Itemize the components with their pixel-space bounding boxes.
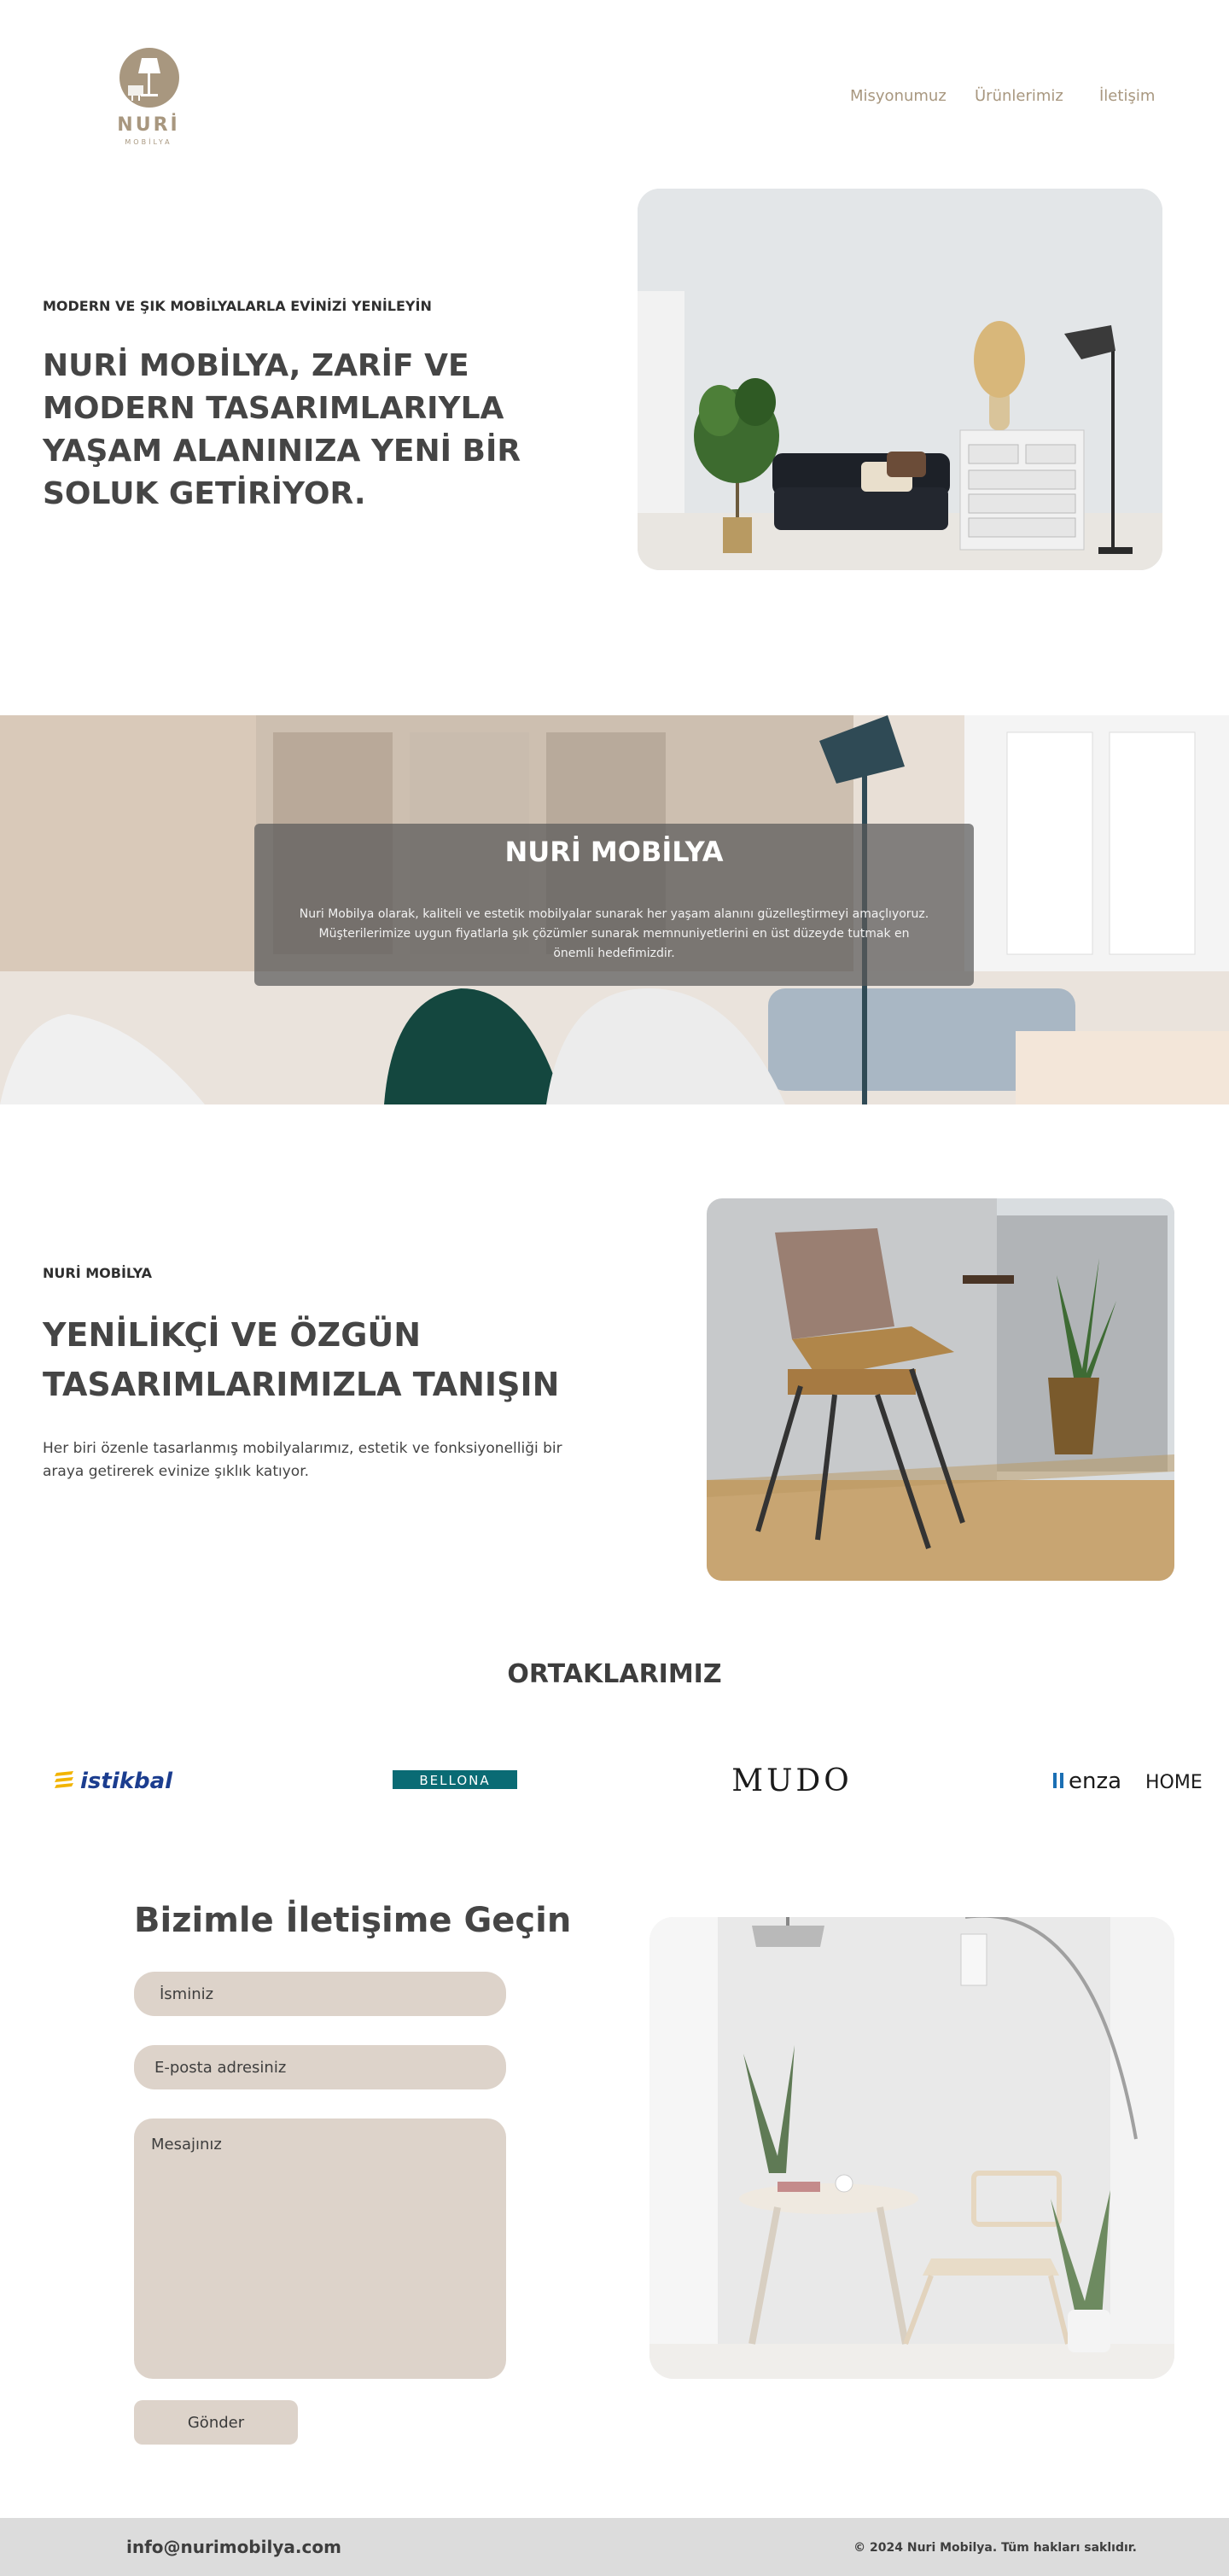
dining-room-image xyxy=(649,1917,1174,2379)
partner-logo-istikbal: istikbal xyxy=(53,1760,181,1799)
email-input[interactable] xyxy=(134,2045,506,2089)
send-button[interactable]: Gönder xyxy=(134,2400,298,2445)
partner-logo-text: MUDO xyxy=(731,1763,853,1798)
name-input[interactable] xyxy=(134,1972,506,2016)
brand-name: NURİ xyxy=(117,114,180,136)
banner-text: Nuri Mobilya olarak, kaliteli ve estetik… xyxy=(299,907,929,960)
nav-link-urunlerimiz[interactable]: Ürünlerimiz xyxy=(975,87,1063,106)
brand-subtitle: MOBİLYA xyxy=(125,138,172,146)
hero-eyebrow: MODERN VE ŞIK MOBİLYALARLA EVİNİZİ YENİL… xyxy=(43,298,432,314)
nav-link-iletisim[interactable]: İletişim xyxy=(1099,87,1155,106)
banner-card: NURİ MOBİLYA Nuri Mobilya olarak, kalite… xyxy=(254,824,974,986)
hero-title: NURİ MOBİLYA, ZARİF VE MODERN TASARIMLAR… xyxy=(43,348,521,511)
partners-title: ORTAKLARIMIZ xyxy=(507,1659,722,1689)
partner-logo-mudo: MUDO xyxy=(724,1760,860,1799)
footer: info@nurimobilya.com © 2024 Nuri Mobilya… xyxy=(0,2518,1229,2576)
message-textarea[interactable] xyxy=(134,2118,506,2379)
about-banner: NURİ MOBİLYA Nuri Mobilya olarak, kalite… xyxy=(0,715,1229,1104)
section-title: YENİLİKÇİ VE ÖZGÜN TASARIMLARIMIZLA TANI… xyxy=(43,1316,560,1403)
partner-logo-text: enza xyxy=(1069,1769,1121,1794)
partner-logo-text: BELLONA xyxy=(419,1773,490,1788)
footer-email-link[interactable]: info@nurimobilya.com xyxy=(126,2537,341,2557)
partner-logo-text: istikbal xyxy=(80,1769,173,1794)
hero-image xyxy=(638,189,1162,570)
armchair-image xyxy=(707,1198,1174,1581)
brand-logo[interactable]: NURİ MOBİLYA xyxy=(117,48,179,150)
partner-logo-text: HOME xyxy=(1145,1772,1203,1793)
nav-link-misyonumuz[interactable]: Misyonumuz xyxy=(850,87,947,106)
contact-title: Bizimle İletişime Geçin xyxy=(134,1901,572,1940)
partner-logo-enza-home: enza HOME xyxy=(1051,1760,1210,1799)
banner-title: NURİ MOBİLYA xyxy=(504,836,724,868)
section-eyebrow: NURİ MOBİLYA xyxy=(43,1265,153,1281)
partner-logo-bellona: BELLONA xyxy=(391,1760,519,1799)
section-text: Her biri özenle tasarlanmış mobilyalarım… xyxy=(43,1440,562,1480)
lamp-icon xyxy=(119,48,179,108)
footer-copyright: © 2024 Nuri Mobilya. Tüm hakları saklıdı… xyxy=(853,2541,1137,2555)
